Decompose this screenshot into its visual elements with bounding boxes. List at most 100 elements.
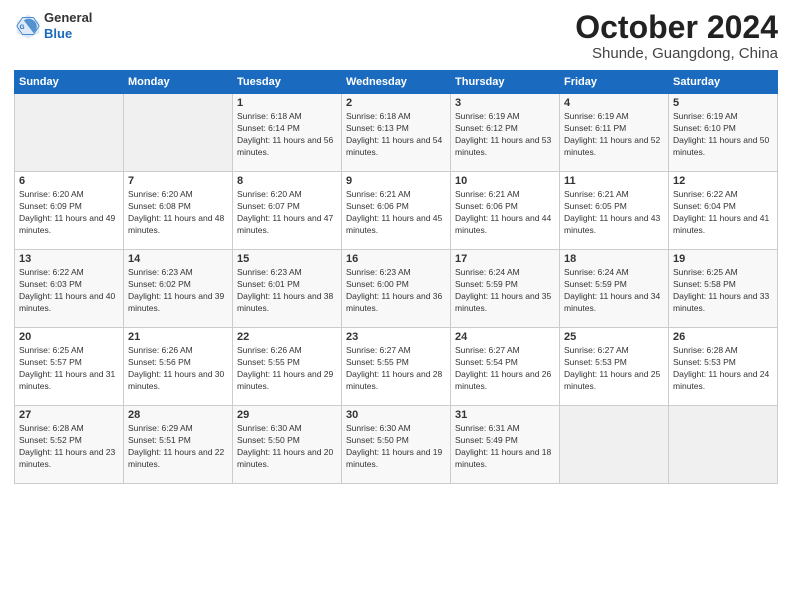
calendar-table: SundayMondayTuesdayWednesdayThursdayFrid… xyxy=(14,70,778,484)
day-info: Sunrise: 6:27 AMSunset: 5:54 PMDaylight:… xyxy=(455,345,555,393)
header-cell-friday: Friday xyxy=(560,71,669,94)
day-number: 16 xyxy=(346,253,446,265)
day-info: Sunrise: 6:19 AMSunset: 6:11 PMDaylight:… xyxy=(564,111,664,159)
page-container: G General Blue October 2024 Shunde, Guan… xyxy=(0,0,792,494)
day-info: Sunrise: 6:21 AMSunset: 6:06 PMDaylight:… xyxy=(455,189,555,237)
calendar-body: 1 Sunrise: 6:18 AMSunset: 6:14 PMDaylight… xyxy=(15,94,778,484)
day-number: 25 xyxy=(564,331,664,343)
day-info: Sunrise: 6:20 AMSunset: 6:07 PMDaylight:… xyxy=(237,189,337,237)
header-cell-tuesday: Tuesday xyxy=(233,71,342,94)
day-number: 21 xyxy=(128,331,228,343)
calendar-cell: 19Sunrise: 6:25 AMSunset: 5:58 PMDayligh… xyxy=(669,250,778,328)
calendar-cell: 22Sunrise: 6:26 AMSunset: 5:55 PMDayligh… xyxy=(233,328,342,406)
day-number: 4 xyxy=(564,97,664,109)
calendar-cell: 25 Sunrise: 6:27 AMSunset: 5:53 PMDayligh… xyxy=(560,328,669,406)
calendar-cell: 5 Sunrise: 6:19 AMSunset: 6:10 PMDaylight… xyxy=(669,94,778,172)
calendar-cell: 27 Sunrise: 6:28 AMSunset: 5:52 PMDayligh… xyxy=(15,406,124,484)
day-info: Sunrise: 6:23 AMSunset: 6:02 PMDaylight:… xyxy=(128,267,228,315)
calendar-cell: 1 Sunrise: 6:18 AMSunset: 6:14 PMDaylight… xyxy=(233,94,342,172)
calendar-cell: 4 Sunrise: 6:19 AMSunset: 6:11 PMDaylight… xyxy=(560,94,669,172)
calendar-cell: 11 Sunrise: 6:21 AMSunset: 6:05 PMDayligh… xyxy=(560,172,669,250)
day-info: Sunrise: 6:28 AMSunset: 5:52 PMDaylight:… xyxy=(19,423,119,471)
day-info: Sunrise: 6:29 AMSunset: 5:51 PMDaylight:… xyxy=(128,423,228,471)
calendar-cell xyxy=(669,406,778,484)
calendar-cell: 7 Sunrise: 6:20 AMSunset: 6:08 PMDaylight… xyxy=(124,172,233,250)
day-info: Sunrise: 6:27 AMSunset: 5:55 PMDaylight:… xyxy=(346,345,446,393)
calendar-cell: 14 Sunrise: 6:23 AMSunset: 6:02 PMDayligh… xyxy=(124,250,233,328)
day-info: Sunrise: 6:18 AMSunset: 6:13 PMDaylight:… xyxy=(346,111,446,159)
day-number: 1 xyxy=(237,97,337,109)
header-cell-monday: Monday xyxy=(124,71,233,94)
day-number: 27 xyxy=(19,409,119,421)
calendar-cell: 20Sunrise: 6:25 AMSunset: 5:57 PMDayligh… xyxy=(15,328,124,406)
day-info: Sunrise: 6:20 AMSunset: 6:08 PMDaylight:… xyxy=(128,189,228,237)
day-info: Sunrise: 6:18 AMSunset: 6:14 PMDaylight:… xyxy=(237,111,337,159)
day-number: 8 xyxy=(237,175,337,187)
logo: G General Blue xyxy=(14,10,92,41)
day-info: Sunrise: 6:20 AMSunset: 6:09 PMDaylight:… xyxy=(19,189,119,237)
calendar-cell: 28 Sunrise: 6:29 AMSunset: 5:51 PMDayligh… xyxy=(124,406,233,484)
calendar-cell: 9 Sunrise: 6:21 AMSunset: 6:06 PMDaylight… xyxy=(342,172,451,250)
calendar-cell: 30Sunrise: 6:30 AMSunset: 5:50 PMDayligh… xyxy=(342,406,451,484)
calendar-cell: 18 Sunrise: 6:24 AMSunset: 5:59 PMDayligh… xyxy=(560,250,669,328)
calendar-week-3: 13Sunrise: 6:22 AMSunset: 6:03 PMDayligh… xyxy=(15,250,778,328)
calendar-week-5: 27 Sunrise: 6:28 AMSunset: 5:52 PMDayligh… xyxy=(15,406,778,484)
day-number: 28 xyxy=(128,409,228,421)
day-number: 9 xyxy=(346,175,446,187)
day-info: Sunrise: 6:22 AMSunset: 6:04 PMDaylight:… xyxy=(673,189,773,237)
day-number: 11 xyxy=(564,175,664,187)
calendar-cell: 21Sunrise: 6:26 AMSunset: 5:56 PMDayligh… xyxy=(124,328,233,406)
calendar-week-2: 6Sunrise: 6:20 AMSunset: 6:09 PMDaylight… xyxy=(15,172,778,250)
day-info: Sunrise: 6:24 AMSunset: 5:59 PMDaylight:… xyxy=(455,267,555,315)
day-info: Sunrise: 6:22 AMSunset: 6:03 PMDaylight:… xyxy=(19,267,119,315)
day-number: 12 xyxy=(673,175,773,187)
calendar-cell: 6Sunrise: 6:20 AMSunset: 6:09 PMDaylight… xyxy=(15,172,124,250)
day-number: 29 xyxy=(237,409,337,421)
logo-general: General xyxy=(44,10,92,25)
header: G General Blue October 2024 Shunde, Guan… xyxy=(14,10,778,62)
location: Shunde, Guangdong, China xyxy=(575,45,778,62)
calendar-cell: 16 Sunrise: 6:23 AMSunset: 6:00 PMDayligh… xyxy=(342,250,451,328)
calendar-cell: 10 Sunrise: 6:21 AMSunset: 6:06 PMDayligh… xyxy=(451,172,560,250)
day-info: Sunrise: 6:23 AMSunset: 6:01 PMDaylight:… xyxy=(237,267,337,315)
calendar-cell: 31 Sunrise: 6:31 AMSunset: 5:49 PMDayligh… xyxy=(451,406,560,484)
day-info: Sunrise: 6:27 AMSunset: 5:53 PMDaylight:… xyxy=(564,345,664,393)
header-cell-wednesday: Wednesday xyxy=(342,71,451,94)
day-info: Sunrise: 6:30 AMSunset: 5:50 PMDaylight:… xyxy=(346,423,446,471)
logo-text: General Blue xyxy=(44,10,92,41)
day-info: Sunrise: 6:24 AMSunset: 5:59 PMDaylight:… xyxy=(564,267,664,315)
day-number: 26 xyxy=(673,331,773,343)
day-info: Sunrise: 6:21 AMSunset: 6:05 PMDaylight:… xyxy=(564,189,664,237)
day-number: 3 xyxy=(455,97,555,109)
day-number: 5 xyxy=(673,97,773,109)
day-number: 20 xyxy=(19,331,119,343)
title-block: October 2024 Shunde, Guangdong, China xyxy=(575,10,778,62)
day-number: 31 xyxy=(455,409,555,421)
calendar-cell: 15 Sunrise: 6:23 AMSunset: 6:01 PMDayligh… xyxy=(233,250,342,328)
day-number: 19 xyxy=(673,253,773,265)
calendar-cell: 2Sunrise: 6:18 AMSunset: 6:13 PMDaylight… xyxy=(342,94,451,172)
day-info: Sunrise: 6:19 AMSunset: 6:10 PMDaylight:… xyxy=(673,111,773,159)
calendar-cell: 24 Sunrise: 6:27 AMSunset: 5:54 PMDayligh… xyxy=(451,328,560,406)
day-number: 10 xyxy=(455,175,555,187)
day-info: Sunrise: 6:21 AMSunset: 6:06 PMDaylight:… xyxy=(346,189,446,237)
day-number: 17 xyxy=(455,253,555,265)
day-number: 7 xyxy=(128,175,228,187)
calendar-cell: 17 Sunrise: 6:24 AMSunset: 5:59 PMDayligh… xyxy=(451,250,560,328)
calendar-header-row: SundayMondayTuesdayWednesdayThursdayFrid… xyxy=(15,71,778,94)
day-number: 18 xyxy=(564,253,664,265)
calendar-cell xyxy=(124,94,233,172)
day-number: 14 xyxy=(128,253,228,265)
day-info: Sunrise: 6:23 AMSunset: 6:00 PMDaylight:… xyxy=(346,267,446,315)
calendar-cell: 23Sunrise: 6:27 AMSunset: 5:55 PMDayligh… xyxy=(342,328,451,406)
day-info: Sunrise: 6:28 AMSunset: 5:53 PMDaylight:… xyxy=(673,345,773,393)
header-cell-thursday: Thursday xyxy=(451,71,560,94)
calendar-cell: 3Sunrise: 6:19 AMSunset: 6:12 PMDaylight… xyxy=(451,94,560,172)
day-info: Sunrise: 6:31 AMSunset: 5:49 PMDaylight:… xyxy=(455,423,555,471)
month-title: October 2024 xyxy=(575,10,778,45)
day-number: 24 xyxy=(455,331,555,343)
calendar-cell: 29Sunrise: 6:30 AMSunset: 5:50 PMDayligh… xyxy=(233,406,342,484)
day-number: 15 xyxy=(237,253,337,265)
calendar-cell xyxy=(560,406,669,484)
calendar-cell: 13Sunrise: 6:22 AMSunset: 6:03 PMDayligh… xyxy=(15,250,124,328)
